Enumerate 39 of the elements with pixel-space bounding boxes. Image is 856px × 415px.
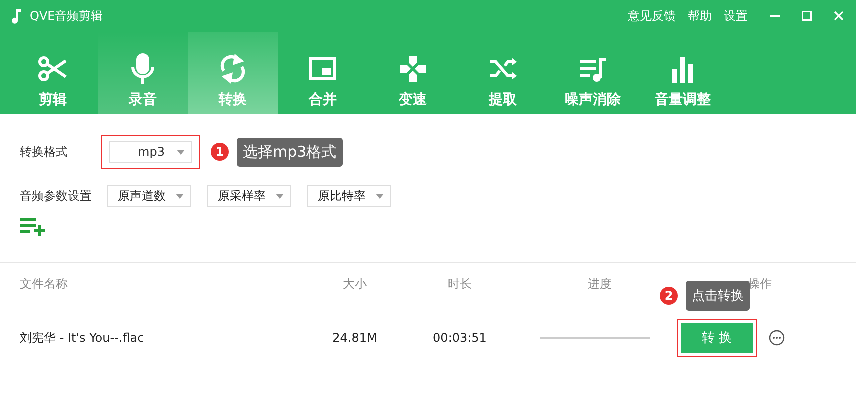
caret-icon	[376, 194, 384, 198]
hint-tooltip: 选择mp3格式	[237, 138, 343, 166]
param-dropdown[interactable]: 原声道数	[107, 185, 191, 207]
plus-arrows-icon	[397, 53, 429, 85]
column-header: 大小	[342, 276, 368, 292]
param-dropdown[interactable]: 原采样率	[207, 185, 291, 207]
tool-tab[interactable]: 变速	[368, 32, 458, 114]
hint-tooltip: 点击转换	[686, 281, 750, 311]
header-link[interactable]: 意见反馈	[628, 8, 676, 24]
format-dropdown[interactable]: mp3	[109, 141, 192, 163]
window-title: QVE音频剪辑	[30, 8, 104, 24]
convert-button[interactable]: 转 换	[681, 323, 753, 353]
tool-tab[interactable]: 提取	[458, 32, 548, 114]
format-label: 转换格式	[20, 144, 69, 160]
add-list-icon[interactable]	[20, 218, 48, 236]
file-size: 24.81M	[332, 331, 378, 345]
tool-tab[interactable]: 转换	[188, 32, 278, 114]
tool-tab[interactable]: 噪声消除	[548, 32, 638, 114]
caret-icon	[176, 194, 184, 198]
tool-tab[interactable]: 剪辑	[8, 32, 98, 114]
step-badge: 1	[211, 143, 229, 161]
column-header: 进度	[587, 276, 613, 292]
file-name: 刘宪华 - It's You--.flac	[19, 330, 146, 346]
file-duration: 00:03:51	[432, 331, 488, 345]
header-link[interactable]: 设置	[724, 8, 748, 24]
column-header: 文件名称	[19, 276, 69, 292]
tool-tab[interactable]: 合并	[278, 32, 368, 114]
close-icon[interactable]	[834, 11, 844, 21]
more-icon[interactable]	[769, 330, 785, 346]
caret-icon	[276, 194, 284, 198]
step-badge: 2	[660, 287, 678, 305]
column-header: 时长	[447, 276, 473, 292]
tool-tab[interactable]: 音量调整	[638, 32, 728, 114]
maximize-icon[interactable]	[802, 11, 812, 21]
param-dropdown[interactable]: 原比特率	[307, 185, 391, 207]
header-link[interactable]: 帮助	[688, 8, 712, 24]
caret-icon	[177, 150, 185, 154]
params-label: 音频参数设置	[20, 188, 93, 204]
music-note-icon	[10, 8, 22, 24]
